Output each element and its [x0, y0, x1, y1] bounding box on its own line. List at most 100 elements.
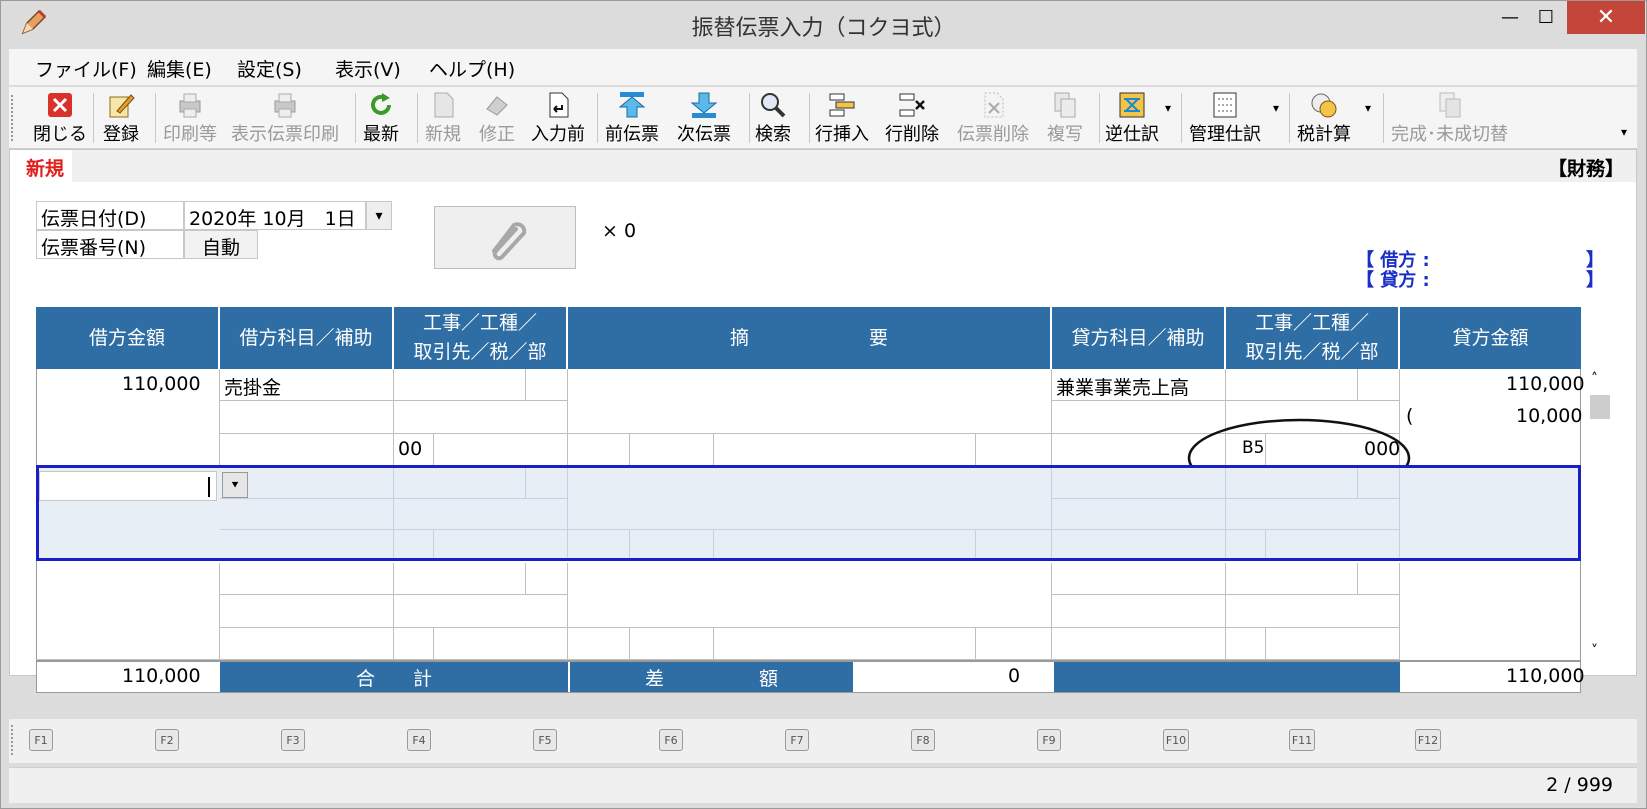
row1-debit-project-cell[interactable]: [394, 369, 526, 401]
reverse-entry-button[interactable]: 逆仕訳: [1105, 87, 1159, 149]
row2-credit-tax-cell[interactable]: [1226, 530, 1266, 561]
row3-memo-cell[interactable]: [568, 563, 1052, 628]
search-button[interactable]: 検索: [755, 87, 791, 149]
row3-memo-sub4[interactable]: [976, 628, 1052, 660]
fix-button[interactable]: 修正: [479, 87, 515, 149]
row1-debit-extra-cell[interactable]: [220, 434, 394, 466]
row-delete-button[interactable]: 行削除: [885, 87, 939, 149]
f8-key[interactable]: F8: [911, 729, 935, 751]
row3-credit-extra-cell[interactable]: [1052, 628, 1226, 660]
toggle-complete-button[interactable]: 完成･未成切替: [1391, 87, 1508, 149]
row2-credit-dept-cell[interactable]: [1266, 530, 1400, 561]
f4-key[interactable]: F4: [407, 729, 431, 751]
scroll-up-icon[interactable]: ˄: [1591, 371, 1598, 387]
row3-debit-partner-cell[interactable]: [394, 595, 568, 628]
row1-debit-dept-cell[interactable]: [434, 434, 568, 466]
f9-key[interactable]: F9: [1037, 729, 1061, 751]
row1-memo-cell[interactable]: [568, 369, 1052, 434]
attachment-button[interactable]: [434, 206, 576, 269]
f1-key[interactable]: F1: [29, 729, 53, 751]
copy-button[interactable]: 複写: [1047, 87, 1083, 149]
row2-debit-project-cell[interactable]: [394, 468, 526, 499]
toolbar-overflow-arrow[interactable]: ▾: [1621, 125, 1627, 145]
row2-memo-cell[interactable]: [568, 468, 1052, 530]
f5-key[interactable]: F5: [533, 729, 557, 751]
scroll-thumb[interactable]: [1590, 395, 1610, 419]
row3-memo-sub3[interactable]: [714, 628, 976, 660]
f3-key[interactable]: F3: [281, 729, 305, 751]
row1-credit-type-cell[interactable]: [1358, 369, 1400, 401]
row2-credit-project-cell[interactable]: [1226, 468, 1358, 499]
row2-credit-extra-cell[interactable]: [1052, 530, 1226, 561]
manage-dropdown-arrow[interactable]: ▾: [1273, 101, 1279, 121]
f2-key[interactable]: F2: [155, 729, 179, 751]
row1-memo-sub1[interactable]: [568, 434, 630, 466]
row2-memo-sub2[interactable]: [630, 530, 714, 561]
f12-key[interactable]: F12: [1415, 729, 1441, 751]
row3-credit-dept-cell[interactable]: [1266, 628, 1400, 660]
toolbar-gripper[interactable]: [11, 95, 14, 141]
row3-debit-account-cell[interactable]: [220, 563, 394, 595]
row3-debit-type-cell[interactable]: [526, 563, 568, 595]
f11-key[interactable]: F11: [1289, 729, 1315, 751]
row3-credit-sub-cell[interactable]: [1052, 595, 1226, 628]
row3-credit-type-cell[interactable]: [1358, 563, 1400, 595]
row3-debit-extra-cell[interactable]: [220, 628, 394, 660]
f7-key[interactable]: F7: [785, 729, 809, 751]
row2-credit-partner-cell[interactable]: [1226, 499, 1400, 530]
row2-debit-sub-cell[interactable]: [220, 499, 394, 530]
row3-debit-sub-cell[interactable]: [220, 595, 394, 628]
print-view-button[interactable]: 表示伝票印刷: [231, 87, 339, 149]
latest-button[interactable]: 最新: [363, 87, 399, 149]
row3-memo-sub2[interactable]: [630, 628, 714, 660]
debit-amount-input[interactable]: [39, 471, 217, 501]
account-dropdown-button[interactable]: ⯆: [222, 472, 248, 498]
next-slip-button[interactable]: 次伝票: [677, 87, 731, 149]
row1-credit-project-cell[interactable]: [1226, 369, 1358, 401]
fkey-gripper[interactable]: [11, 725, 14, 755]
row1-debit-sub-cell[interactable]: [220, 401, 394, 434]
row3-memo-sub1[interactable]: [568, 628, 630, 660]
menu-file[interactable]: ファイル(F): [35, 55, 137, 82]
row2-credit-sub-cell[interactable]: [1052, 499, 1226, 530]
row3-credit-account-cell[interactable]: [1052, 563, 1226, 595]
tax-dropdown-arrow[interactable]: ▾: [1365, 101, 1371, 121]
menu-view[interactable]: 表示(V): [335, 55, 401, 82]
menu-edit[interactable]: 編集(E): [147, 55, 212, 82]
row3-credit-partner-cell[interactable]: [1226, 595, 1400, 628]
row1-debit-type-cell[interactable]: [526, 369, 568, 401]
row2-credit-type-cell[interactable]: [1358, 468, 1400, 499]
row2-debit-dept-cell[interactable]: [434, 530, 568, 561]
row3-debit-dept-cell[interactable]: [434, 628, 568, 660]
manage-entry-button[interactable]: 管理仕訳: [1189, 87, 1261, 149]
row3-debit-amount-cell[interactable]: [36, 563, 220, 660]
date-field[interactable]: 2020年 10月 1日: [184, 201, 366, 230]
row1-memo-sub3[interactable]: [714, 434, 976, 466]
row2-memo-sub4[interactable]: [976, 530, 1052, 561]
print-button[interactable]: 印刷等: [163, 87, 217, 149]
close-window-button[interactable]: ✕: [1567, 1, 1645, 34]
register-button[interactable]: 登録: [103, 87, 139, 149]
maximize-button[interactable]: ☐: [1523, 1, 1569, 34]
row2-credit-account-cell[interactable]: [1052, 468, 1226, 499]
row2-memo-sub1[interactable]: [568, 530, 630, 561]
f10-key[interactable]: F10: [1163, 729, 1189, 751]
row1-memo-sub4[interactable]: [976, 434, 1052, 466]
before-input-button[interactable]: 入力前: [531, 87, 585, 149]
row2-debit-partner-cell[interactable]: [394, 499, 568, 530]
row2-debit-tax-cell[interactable]: [394, 530, 434, 561]
new-button[interactable]: 新規: [425, 87, 461, 149]
slip-delete-button[interactable]: 伝票削除: [957, 87, 1029, 149]
prev-slip-button[interactable]: 前伝票: [605, 87, 659, 149]
row3-credit-project-cell[interactable]: [1226, 563, 1358, 595]
row1-debit-partner-cell[interactable]: [394, 401, 568, 434]
menu-help[interactable]: ヘルプ(H): [429, 55, 515, 82]
row3-debit-tax-cell[interactable]: [394, 628, 434, 660]
scroll-down-icon[interactable]: ˅: [1591, 643, 1598, 659]
row-insert-button[interactable]: 行挿入: [815, 87, 869, 149]
row3-debit-project-cell[interactable]: [394, 563, 526, 595]
tax-calc-button[interactable]: 税計算: [1297, 87, 1351, 149]
grid-scrollbar[interactable]: ˄ ˅: [1589, 371, 1611, 671]
f6-key[interactable]: F6: [659, 729, 683, 751]
number-field[interactable]: 自動: [184, 230, 258, 259]
